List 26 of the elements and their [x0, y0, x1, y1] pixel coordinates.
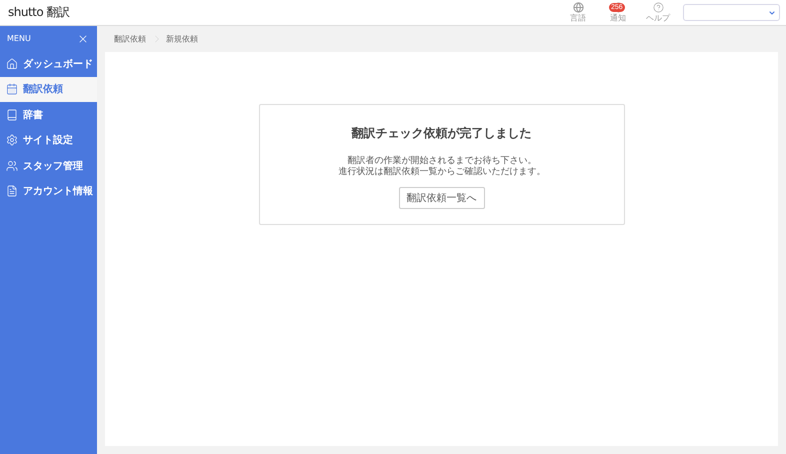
- settings-icon: [6, 134, 18, 146]
- book-icon: [6, 108, 18, 121]
- people-icon: [6, 160, 18, 172]
- sidebar-item[interactable]: 翻訳依頼: [0, 76, 97, 102]
- card-title: 翻訳チェック依頼が完了しました: [352, 125, 532, 142]
- menu-title: MENU: [7, 34, 31, 43]
- header-icon-button[interactable]: 言語: [563, 2, 593, 24]
- header-icon-button[interactable]: ヘルプ: [643, 2, 673, 24]
- home-icon: [6, 58, 18, 70]
- breadcrumb-item: 新規依頼: [166, 34, 198, 45]
- calendar-icon: [6, 83, 18, 96]
- caret-icon: [768, 8, 776, 16]
- document-icon: [6, 185, 18, 198]
- message-text: 翻訳者の作業が開始されるまでお待ち下さい。: [347, 156, 536, 166]
- help-icon: [652, 2, 664, 12]
- list-button[interactable]: 翻訳依頼一覧へ: [398, 187, 484, 209]
- sidebar-item[interactable]: スタッフ管理: [0, 153, 97, 178]
- logo: shutto 翻訳: [8, 4, 70, 21]
- select-field[interactable]: [683, 4, 780, 21]
- sidebar-item[interactable]: サイト設定: [0, 128, 97, 153]
- breadcrumb-item[interactable]: 翻訳依頼: [114, 33, 146, 45]
- message-text: 進行状況は翻訳依頼一覧からご確認いただけます。: [338, 166, 545, 176]
- globe-icon: [572, 2, 584, 12]
- sidebar-item[interactable]: ダッシュボード: [0, 51, 97, 76]
- sidebar-item[interactable]: アカウント情報: [0, 178, 97, 204]
- sidebar-item[interactable]: 辞書: [0, 102, 97, 128]
